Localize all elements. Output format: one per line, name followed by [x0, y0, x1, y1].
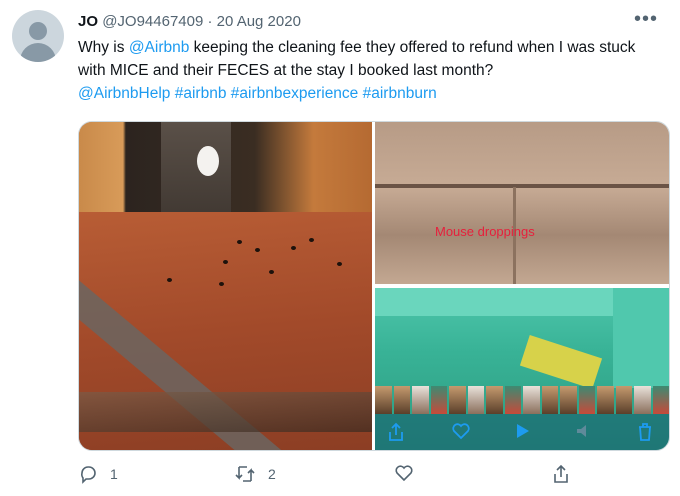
- dropping: [291, 246, 296, 250]
- hashtag-airbnb[interactable]: #airbnb: [175, 85, 227, 102]
- share-icon[interactable]: [387, 422, 405, 446]
- dropping: [337, 262, 342, 266]
- video-scrub-strip[interactable]: [375, 386, 669, 414]
- shelf-side: [613, 288, 669, 388]
- grout-shadow: [79, 392, 372, 432]
- like-icon: [395, 465, 413, 482]
- avatar[interactable]: [12, 10, 64, 62]
- separator: ·: [207, 13, 213, 30]
- video-thumbnail[interactable]: [375, 288, 669, 450]
- hashtag-airbnburn[interactable]: #airbnburn: [363, 85, 437, 102]
- dropping: [309, 238, 314, 242]
- tweet-date[interactable]: 20 Aug 2020: [217, 13, 301, 30]
- photo-couch[interactable]: Mouse droppings: [375, 122, 669, 284]
- text-segment: Why is: [78, 39, 129, 56]
- plug: [197, 146, 219, 176]
- couch-seam: [375, 184, 669, 188]
- bag: [519, 335, 603, 389]
- share-tweet-icon: [554, 464, 568, 483]
- avatar-head: [29, 22, 47, 40]
- dropping: [219, 282, 224, 286]
- photo-floor[interactable]: [79, 122, 372, 450]
- media-grid: Mouse droppings: [78, 121, 670, 451]
- retweet-icon: [235, 466, 255, 482]
- author-name[interactable]: JO: [78, 13, 98, 30]
- heart-icon[interactable]: [451, 422, 471, 444]
- like-button[interactable]: [394, 464, 414, 482]
- reply-icon: [81, 466, 96, 484]
- reply-button[interactable]: 1: [78, 464, 118, 484]
- retweet-count: 2: [268, 466, 276, 482]
- hashtag-airbnbexperience[interactable]: #airbnbexperience: [231, 85, 359, 102]
- tweet-actions: 1 2: [78, 464, 658, 490]
- dropping: [223, 260, 228, 264]
- video-controls: [375, 414, 669, 450]
- dropping: [269, 270, 274, 274]
- share-tweet-button[interactable]: [552, 464, 570, 484]
- more-icon[interactable]: •••: [634, 9, 658, 29]
- tweet-header: JO @JO94467409 · 20 Aug 2020: [78, 12, 301, 32]
- avatar-body: [20, 43, 56, 62]
- trash-icon[interactable]: [637, 422, 653, 446]
- dropping: [167, 278, 172, 282]
- mute-icon[interactable]: [575, 422, 593, 444]
- author-handle[interactable]: @JO94467409: [102, 13, 203, 30]
- retweet-button[interactable]: 2: [234, 464, 276, 484]
- mention-airbnb[interactable]: @Airbnb: [129, 39, 190, 56]
- dropping: [237, 240, 242, 244]
- tweet-text: Why is @Airbnb keeping the cleaning fee …: [78, 36, 658, 105]
- dropping: [255, 248, 260, 252]
- reply-count: 1: [110, 466, 118, 482]
- mention-airbnbhelp[interactable]: @AirbnbHelp: [78, 85, 170, 102]
- play-icon[interactable]: [515, 422, 531, 444]
- photo-overlay-text: Mouse droppings: [435, 224, 535, 239]
